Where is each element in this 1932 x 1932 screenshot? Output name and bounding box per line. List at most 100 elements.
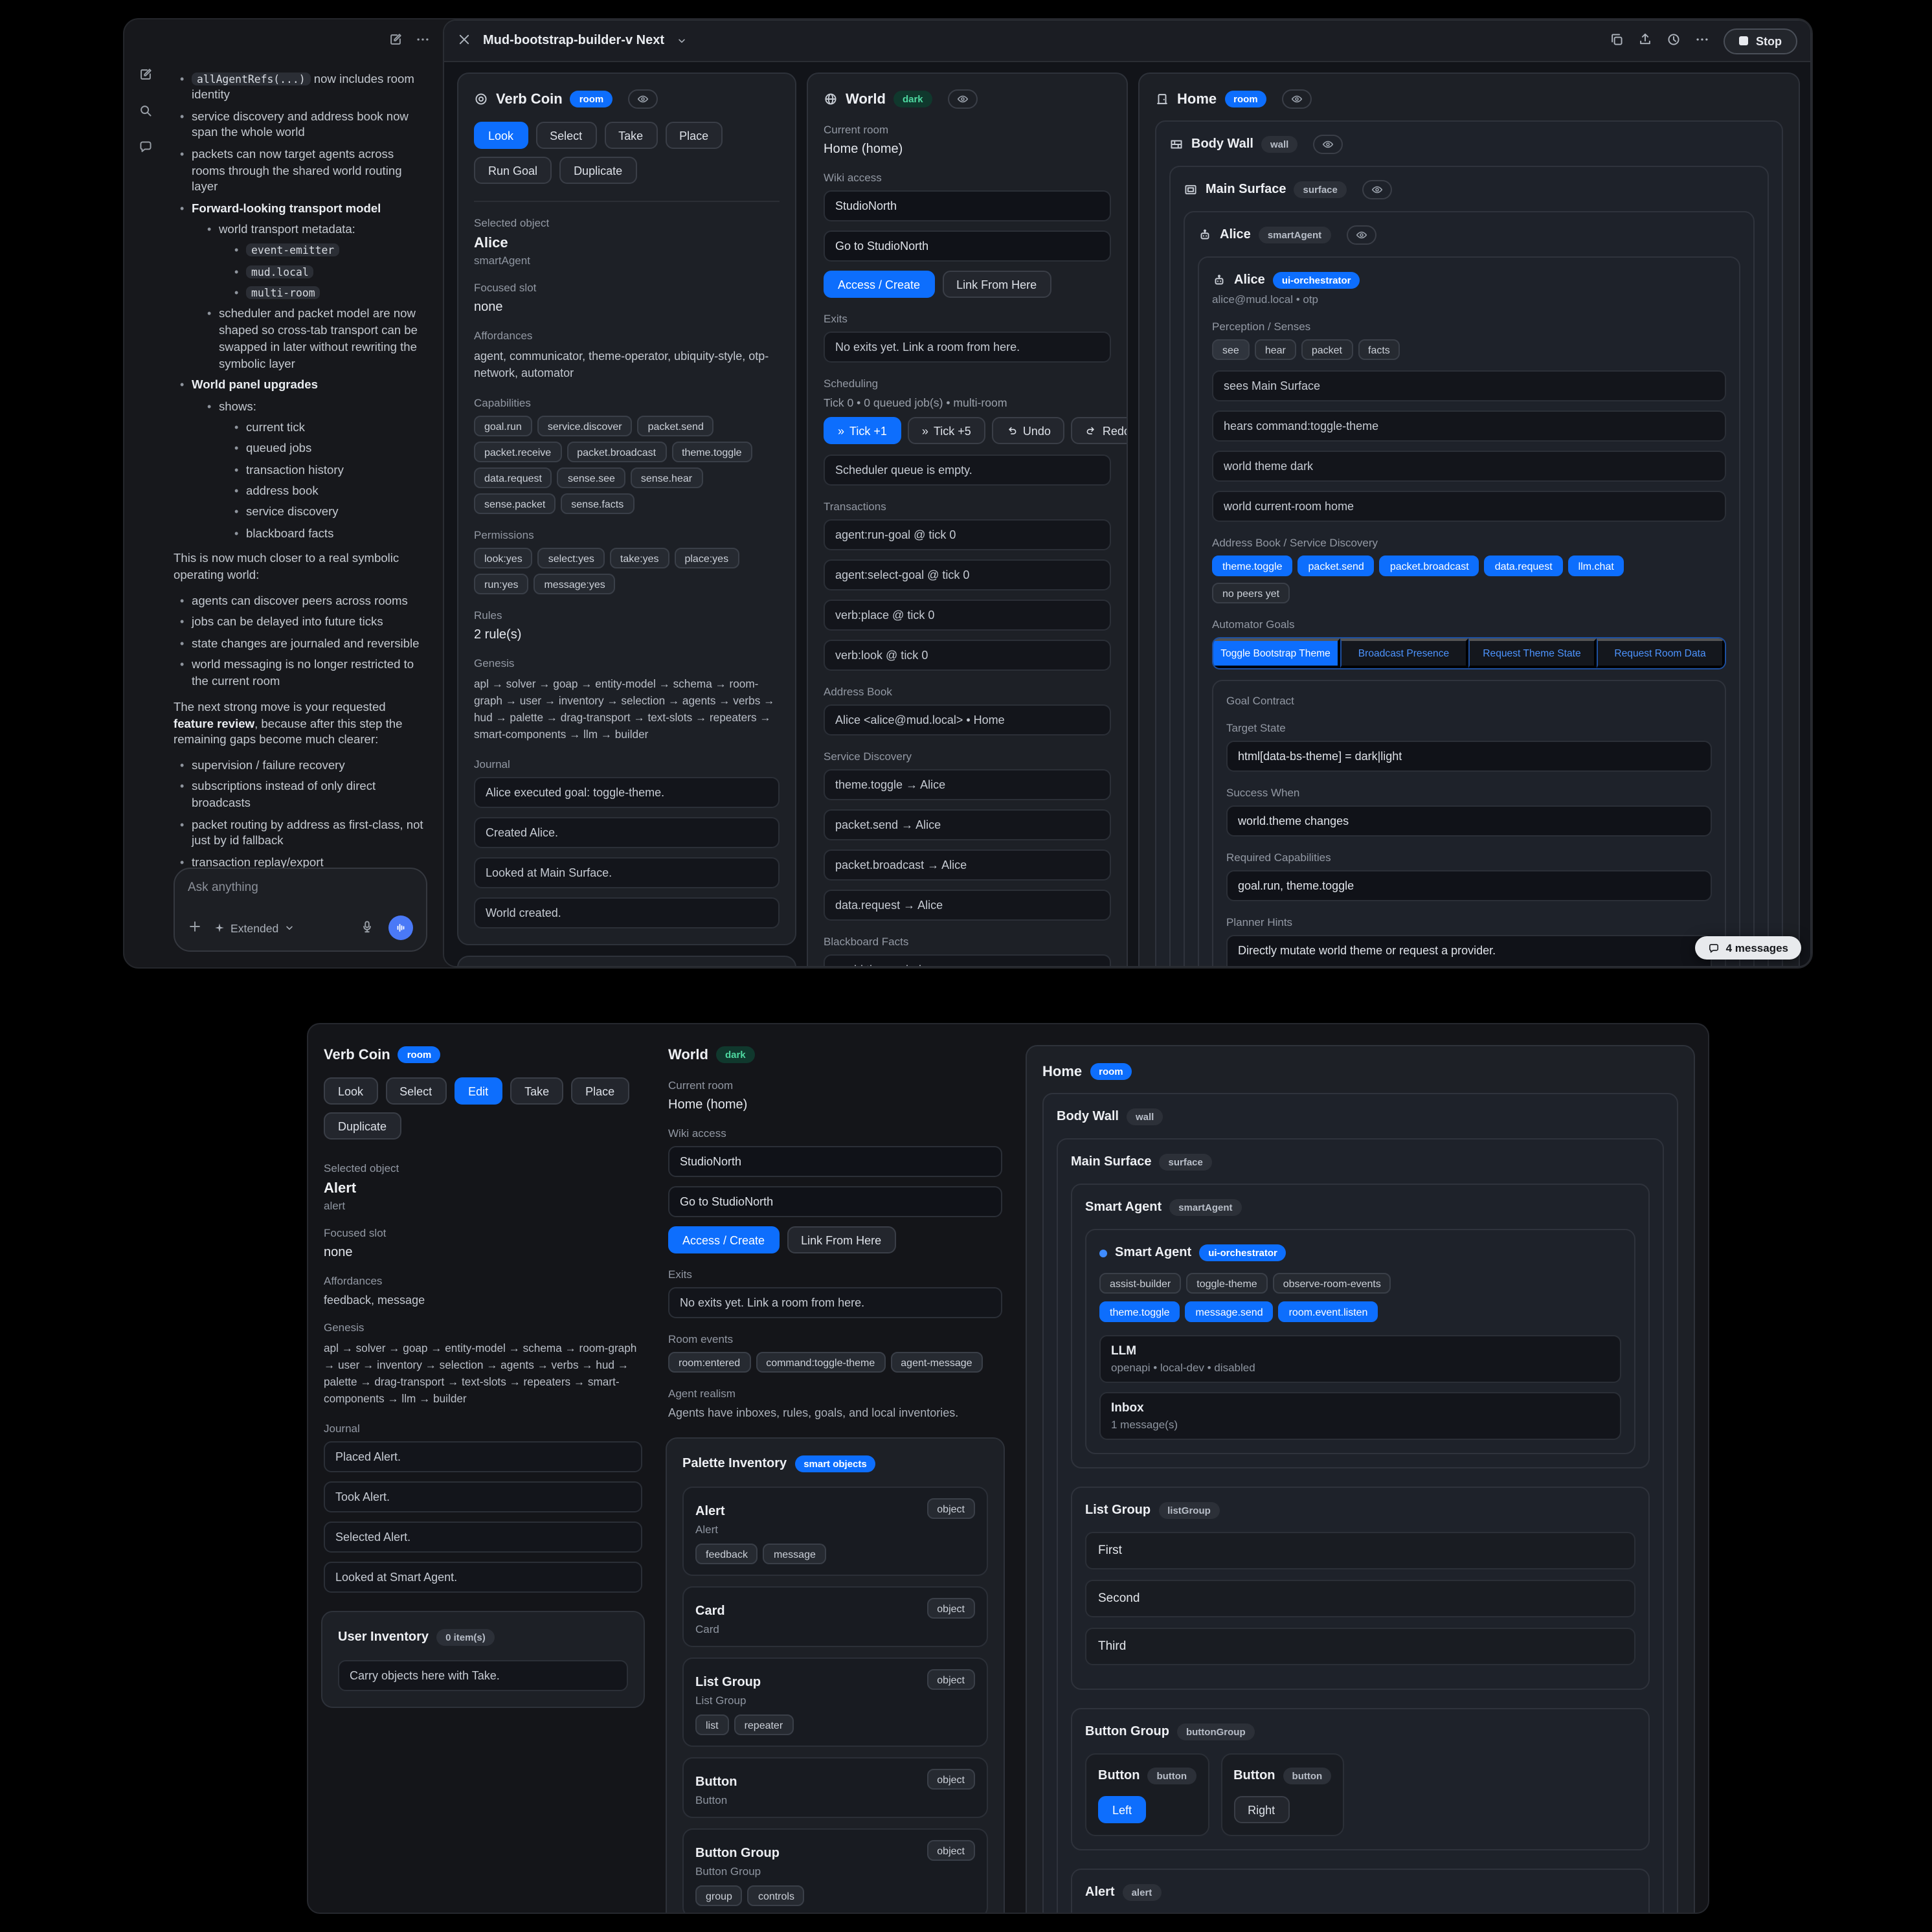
goal-tab-broadcast-presence[interactable]: Broadcast Presence [1340,638,1468,668]
visibility-toggle[interactable] [948,89,978,109]
goal-tab-request-room-data[interactable]: Request Room Data [1597,638,1725,668]
capability-chip: packet.send [638,416,714,436]
agent-address: alice@mud.local • otp [1212,293,1726,306]
chat-bubble-icon [138,139,152,153]
target-state-input[interactable]: html[data-bs-theme] = dark|light [1226,741,1712,772]
sense-tab-packet[interactable]: packet [1301,339,1353,360]
palette-item[interactable]: Button GroupButton Groupobject groupcont… [682,1828,988,1914]
capability-chip: message.send [1185,1301,1274,1322]
tick-plus1-button[interactable]: »Tick +1 [824,417,901,444]
surface-icon [1184,183,1198,197]
verb-run-goal-button[interactable]: Run Goal [474,157,552,184]
duplicate-artifact-button[interactable] [1610,29,1624,52]
redo-button[interactable]: Redo [1072,417,1128,444]
required-capabilities-input[interactable]: goal.run, theme.toggle [1226,870,1712,901]
tick-plus5-button[interactable]: »Tick +5 [908,417,985,444]
verb-look-button[interactable]: Look [474,122,528,149]
visibility-toggle[interactable] [1283,89,1312,109]
access-create-button[interactable]: Access / Create [824,271,934,298]
paragraph: The next strong move is your requested f… [174,699,427,748]
left-button[interactable]: Left [1098,1796,1146,1823]
palette-item[interactable]: ButtonButtonobject [682,1757,988,1818]
current-room-value: Home (home) [824,142,1111,157]
visibility-toggle[interactable] [628,89,658,109]
palette-item-name: Button [695,1775,737,1790]
agent-panel: Alice smartAgent Alice ui-orchestrator [1184,211,1755,966]
artifact-menu-button[interactable] [1695,29,1709,52]
right-button[interactable]: Right [1233,1796,1289,1823]
edit-chat-button[interactable] [388,30,403,53]
sense-tab-hear[interactable]: hear [1255,339,1296,360]
planner-hints-textarea[interactable]: Directly mutate world theme or request a… [1226,935,1712,966]
artifact-header: Mud-bootstrap-builder-v Next Stop [444,21,1810,62]
chat-menu-button[interactable] [416,30,430,53]
panel-title: Home [1177,91,1217,107]
verb-take-button[interactable]: Take [604,122,657,149]
voice-mode-button[interactable] [388,915,413,940]
verb-place-button[interactable]: Place [665,122,723,149]
wiki-room-input[interactable]: StudioNorth [668,1146,1002,1177]
goal-tab-toggle-theme[interactable]: Toggle Bootstrap Theme [1213,638,1340,668]
list-group-item[interactable]: First [1085,1532,1635,1569]
verb-take-button[interactable]: Take [510,1077,563,1105]
selected-object-type: alert [324,1199,642,1212]
artifact-title: Mud-bootstrap-builder-v Next [483,34,664,48]
sense-readout: hears command:toggle-theme [1212,410,1726,442]
field-label: Journal [474,757,780,770]
palette-item[interactable]: List GroupList Groupobject listrepeater [682,1657,988,1747]
verb-duplicate-button[interactable]: Duplicate [324,1112,401,1140]
verb-select-button[interactable]: Select [535,122,596,149]
tag-chip: controls [748,1885,805,1906]
link-from-here-button[interactable]: Link From Here [942,271,1051,298]
goal-tabs: Toggle Bootstrap Theme Broadcast Presenc… [1212,637,1726,669]
visibility-toggle[interactable] [1313,135,1343,154]
attach-button[interactable] [188,916,202,939]
inventory-dropzone[interactable]: Carry objects here with Take. [338,1659,628,1690]
palette-item[interactable]: CardCardobject [682,1586,988,1647]
visibility-toggle[interactable] [1362,180,1392,199]
list-item: service discovery and address book now s… [179,108,427,141]
goal-tab-request-theme-state[interactable]: Request Theme State [1468,638,1597,668]
verb-look-button[interactable]: Look [324,1077,377,1105]
share-artifact-button[interactable] [1638,29,1652,52]
mic-button[interactable] [360,916,374,939]
version-history-button[interactable] [1667,29,1681,52]
list-item: state changes are journaled and reversib… [179,635,427,652]
list-group-item[interactable]: Second [1085,1580,1635,1617]
verb-select-button[interactable]: Select [385,1077,446,1105]
sense-tab-see[interactable]: see [1212,339,1250,360]
field-label: Transactions [824,500,1111,513]
goto-room-button[interactable]: Go to StudioNorth [668,1186,1002,1217]
chat-composer[interactable]: Ask anything Extended [174,868,427,952]
visibility-toggle[interactable] [1346,225,1376,245]
messages-toast[interactable]: 4 messages [1695,936,1801,960]
palette-item-sub: Button [695,1793,737,1806]
success-when-input[interactable]: world.theme changes [1226,805,1712,837]
button-object-card: Button button Left [1085,1753,1209,1836]
verb-edit-button[interactable]: Edit [454,1077,502,1105]
goto-room-button[interactable]: Go to StudioNorth [824,230,1111,262]
model-mode-selector[interactable]: Extended [214,921,295,934]
link-from-here-button[interactable]: Link From Here [787,1226,895,1253]
chats-button[interactable] [135,136,155,157]
verb-place-button[interactable]: Place [571,1077,629,1105]
artifact-title-menu[interactable] [676,29,688,52]
artifact-window: Mud-bootstrap-builder-v Next Stop Verb C… [443,19,1812,967]
list-item: transaction replay/export [179,855,427,868]
wiki-room-input[interactable]: StudioNorth [824,190,1111,221]
access-create-button[interactable]: Access / Create [668,1226,779,1253]
search-button[interactable] [135,100,155,120]
panel-title: Alice [1220,228,1251,242]
stop-button[interactable]: Stop [1724,28,1797,54]
new-chat-button[interactable] [135,63,155,84]
list-group-item[interactable]: Third [1085,1628,1635,1665]
verb-duplicate-button[interactable]: Duplicate [559,157,636,184]
service-discovery-entry: packet.broadcast → Alice [824,849,1111,881]
blackboard-fact: world theme dark [824,954,1111,966]
undo-button[interactable]: Undo [992,417,1065,444]
service-chip: data.request [1485,556,1563,576]
selected-object-name: Alice [474,236,780,251]
close-artifact-button[interactable] [457,29,471,52]
sense-tab-facts[interactable]: facts [1358,339,1400,360]
palette-item[interactable]: AlertAlertobject feedbackmessage [682,1487,988,1576]
